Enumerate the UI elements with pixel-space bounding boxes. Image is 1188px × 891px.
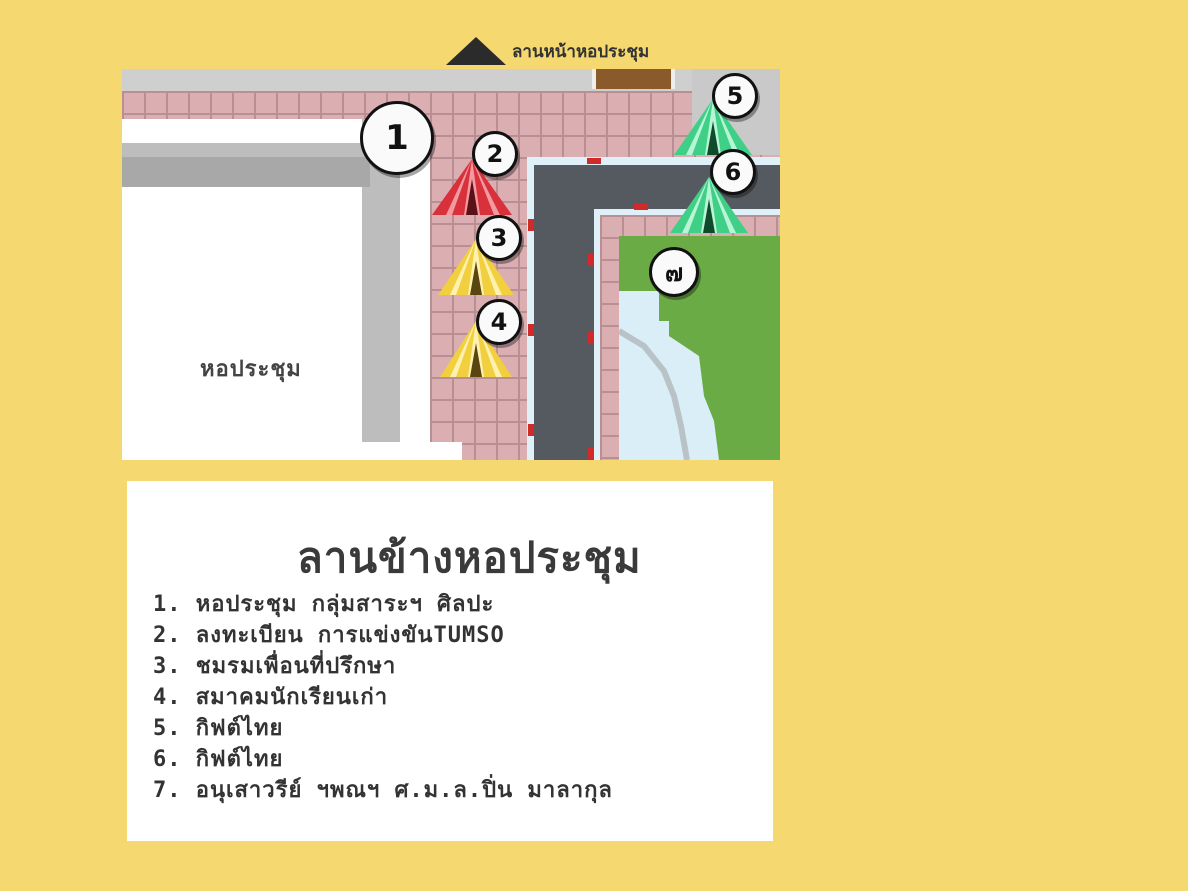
curb-mark: [588, 447, 594, 459]
top-label-text: ลานหน้าหอประชุม: [512, 41, 650, 62]
marker-6[interactable]: 6: [710, 149, 756, 195]
curb-mark: [587, 158, 601, 164]
legend-item: 4. สมาคมนักเรียนเก่า: [153, 685, 389, 710]
hall-label: หอประชุม: [200, 357, 302, 382]
auditorium-grey-band: [122, 157, 370, 187]
auditorium-bottom-wall: [122, 442, 462, 460]
auditorium-side-wall: [400, 129, 430, 460]
curb-mark: [588, 331, 594, 343]
legend-item: 6. กิฟต์ไทย: [153, 747, 284, 772]
curb-mark: [634, 204, 648, 210]
up-arrow-icon: [446, 37, 506, 65]
legend-title: ลานข้างหอประชุม: [297, 533, 642, 582]
venue-map: หอประชุม 1 2 3 4 5 6 ๗: [122, 69, 780, 460]
legend-item: 7. อนุเสาวรีย์ ฯพณฯ ศ.ม.ล.ปิ่น มาลากุล: [153, 778, 613, 803]
marker-7[interactable]: ๗: [649, 247, 699, 297]
north-direction-label: ลานหน้าหอประชุม: [446, 36, 649, 66]
front-door: [592, 69, 675, 89]
curb-mark: [528, 219, 534, 231]
curb-mark: [528, 324, 534, 336]
auditorium-roof: [122, 187, 362, 442]
marker-1[interactable]: 1: [360, 101, 434, 175]
monument-water: [619, 291, 719, 460]
marker-5[interactable]: 5: [712, 73, 758, 119]
top-strip: [122, 69, 780, 91]
curb-mark: [588, 254, 594, 266]
auditorium-top-band: [122, 119, 362, 143]
marker-4[interactable]: 4: [476, 299, 522, 345]
marker-3[interactable]: 3: [476, 215, 522, 261]
curb-mark: [528, 424, 534, 436]
legend-list: 1. หอประชุม กลุ่มสาระฯ ศิลปะ 2. ลงทะเบีย…: [153, 589, 613, 806]
legend-item: 1. หอประชุม กลุ่มสาระฯ ศิลปะ: [153, 592, 495, 617]
marker-2[interactable]: 2: [472, 131, 518, 177]
legend-item: 5. กิฟต์ไทย: [153, 716, 284, 741]
legend-panel: ลานข้างหอประชุม 1. หอประชุม กลุ่มสาระฯ ศ…: [127, 481, 773, 841]
legend-item: 3. ชมรมเพื่อนที่ปรึกษา: [153, 654, 397, 679]
legend-item: 2. ลงทะเบียน การแข่งขันTUMSO: [153, 623, 505, 648]
